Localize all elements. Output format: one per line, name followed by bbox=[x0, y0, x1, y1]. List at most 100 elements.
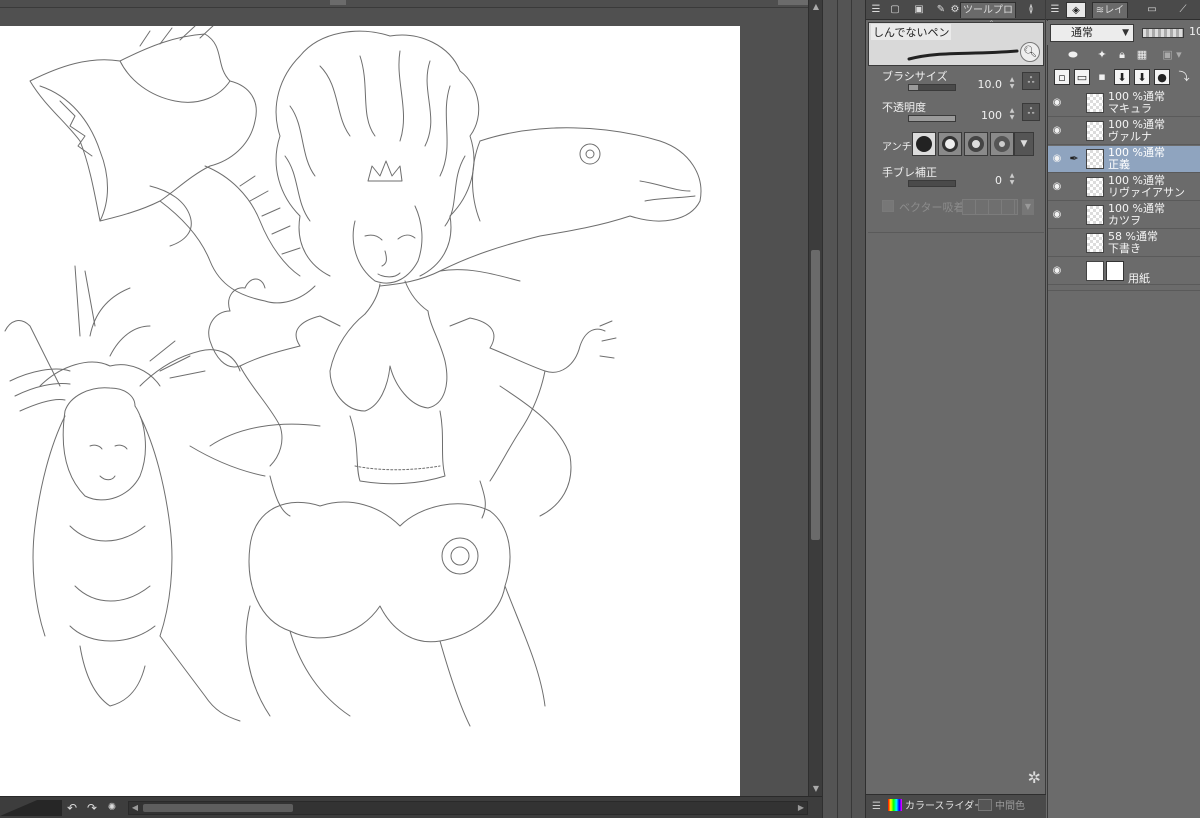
new-raster-layer-icon[interactable]: ▫ bbox=[1054, 69, 1070, 85]
eye-icon[interactable]: ◉ bbox=[1050, 97, 1064, 109]
layer-row[interactable]: 58 %通常 下書き bbox=[1048, 230, 1200, 257]
panel-menu-icon[interactable]: ☰ bbox=[870, 2, 882, 18]
lock-transparency-icon[interactable]: ▦ bbox=[1134, 47, 1150, 63]
pen-icon bbox=[1067, 236, 1081, 250]
opacity-slider[interactable] bbox=[908, 115, 956, 122]
tab-layer[interactable]: ≋レイ bbox=[1092, 2, 1128, 18]
mask-icon[interactable]: ● bbox=[1154, 69, 1170, 85]
vertical-scrollbar[interactable]: ▲ ▼ bbox=[808, 0, 822, 796]
layer-info: 100 %通常 ヴァルナ bbox=[1108, 119, 1165, 143]
undo-icon[interactable]: ↶ bbox=[64, 800, 80, 816]
tab-middle-color[interactable]: 中間色 bbox=[978, 799, 1025, 815]
layer-thumbnail bbox=[1086, 93, 1104, 113]
layer-row[interactable]: ◉ 100 %通常 ヴァルナ bbox=[1048, 118, 1200, 145]
gear-icon[interactable]: ✲ bbox=[1005, 768, 1041, 790]
clipping-icon[interactable]: ⬬ bbox=[1056, 47, 1090, 63]
pen-tool-icon[interactable]: ✎ bbox=[934, 2, 948, 18]
scroll-left-arrow-icon[interactable]: ◀ bbox=[129, 802, 141, 814]
reference-icon[interactable]: ✦ bbox=[1094, 47, 1110, 63]
vector-snap-options[interactable] bbox=[962, 199, 1018, 215]
panel-menu-icon[interactable]: ☰ bbox=[1050, 2, 1060, 18]
chevron-down-icon[interactable]: ▼ bbox=[1022, 199, 1034, 215]
layer-row[interactable]: ◉ 100 %通常 マキュラ bbox=[1048, 90, 1200, 117]
eye-icon[interactable]: ◉ bbox=[1050, 265, 1064, 277]
layer-info: 58 %通常 下書き bbox=[1108, 231, 1158, 255]
panel-menu-icon[interactable]: ☰ bbox=[872, 799, 881, 815]
tab-layer-property[interactable]: ▢ bbox=[886, 2, 904, 18]
canvas-paper[interactable] bbox=[0, 26, 740, 796]
layer-opacity-value[interactable]: 10 bbox=[1189, 25, 1200, 38]
antialias-medium[interactable] bbox=[964, 132, 988, 156]
opacity-value[interactable]: 100 bbox=[962, 109, 1002, 122]
stabilization-slider[interactable] bbox=[908, 180, 956, 187]
layer-row[interactable]: ◉ 用紙 bbox=[1048, 258, 1200, 285]
tab-brush-size[interactable]: ≬ bbox=[1018, 2, 1044, 18]
brush-size-spinner[interactable]: ▲ ▼ bbox=[1008, 76, 1016, 90]
redo-icon[interactable]: ↷ bbox=[84, 800, 100, 816]
antialias-strong[interactable] bbox=[990, 132, 1014, 156]
horizontal-scroll-thumb[interactable] bbox=[143, 804, 293, 812]
scroll-up-arrow-icon[interactable]: ▲ bbox=[809, 0, 823, 14]
layer-opacity-slider[interactable] bbox=[1142, 28, 1184, 38]
layer-thumbnail bbox=[1086, 177, 1104, 197]
paper-icon bbox=[1106, 261, 1124, 281]
canvas-tab-edge-right[interactable] bbox=[778, 0, 808, 5]
eye-icon[interactable]: ◉ bbox=[1050, 181, 1064, 193]
pen-icon bbox=[1067, 180, 1081, 194]
pen-icon bbox=[1067, 124, 1081, 138]
tab-color-slider[interactable]: カラースライダー bbox=[888, 799, 984, 815]
scroll-down-arrow-icon[interactable]: ▼ bbox=[809, 782, 823, 796]
antialias-none[interactable] bbox=[912, 132, 936, 156]
layer-name: マキュラ bbox=[1108, 102, 1152, 115]
vertical-scroll-thumb[interactable] bbox=[811, 250, 820, 540]
opacity-label: 不透明度 bbox=[882, 101, 926, 114]
stabilization-spinner[interactable]: ▲ ▼ bbox=[1008, 172, 1016, 186]
delete-layer-icon[interactable]: ⤵ bbox=[1176, 69, 1192, 85]
antialias-weak-dot bbox=[942, 136, 958, 152]
brush-stroke-preview bbox=[907, 49, 1019, 61]
tab-tool-property[interactable]: ツールプロパ bbox=[960, 2, 1016, 32]
brush-size-value[interactable]: 10.0 bbox=[962, 78, 1003, 91]
lock-icon[interactable]: 🔒︎ bbox=[1114, 47, 1130, 63]
vector-snap-checkbox[interactable] bbox=[882, 200, 894, 212]
eye-icon[interactable]: ◉ bbox=[1050, 209, 1064, 221]
link-icon[interactable]: ஃ bbox=[1022, 103, 1040, 121]
eye-icon[interactable]: ◉ bbox=[1050, 153, 1064, 165]
antialias-medium-dot bbox=[968, 136, 984, 152]
new-folder-icon[interactable]: ▪ bbox=[1094, 69, 1110, 85]
tab-layer-search[interactable]: ◈ bbox=[1066, 2, 1086, 18]
tab-navigator[interactable]: ▣ bbox=[910, 2, 928, 18]
stabilization-value[interactable]: 0 bbox=[962, 174, 1002, 187]
antialias-label: アンチ bbox=[882, 142, 912, 153]
gear-icon[interactable]: ⚙ bbox=[950, 2, 960, 18]
opacity-spinner[interactable]: ▲ ▼ bbox=[1008, 107, 1016, 121]
horizontal-scrollbar[interactable]: ◀ ▶ bbox=[128, 801, 808, 815]
chevron-down-icon[interactable]: ▼ bbox=[1014, 132, 1034, 156]
tab-animation[interactable]: ▭ bbox=[1142, 2, 1162, 18]
search-icon[interactable]: 🔍︎ bbox=[1020, 42, 1040, 62]
eye-icon[interactable] bbox=[1050, 237, 1064, 249]
navigator-shape[interactable] bbox=[0, 800, 62, 816]
layer-row[interactable]: ◉ ✒ 100 %通常 正義 bbox=[1048, 146, 1200, 173]
layer-name: カツヲ bbox=[1108, 214, 1141, 227]
merge-down-icon[interactable]: ⬇ bbox=[1134, 69, 1150, 85]
brush-preview[interactable]: しんでないペン 🔍︎ bbox=[868, 22, 1044, 66]
new-vector-layer-icon[interactable]: ▭ bbox=[1074, 69, 1090, 85]
canvas-tab-edge[interactable] bbox=[330, 0, 346, 5]
link-icon[interactable]: ஃ bbox=[1022, 72, 1040, 90]
tab-sub-tool[interactable]: ⟋ bbox=[1172, 2, 1194, 18]
layer-row[interactable]: ◉ 100 %通常 カツヲ bbox=[1048, 202, 1200, 229]
layer-list-empty bbox=[1048, 290, 1200, 818]
middle-color-label: 中間色 bbox=[995, 801, 1025, 812]
scroll-right-arrow-icon[interactable]: ▶ bbox=[795, 802, 807, 814]
blend-mode-select[interactable]: 通常 ▼ bbox=[1050, 24, 1134, 42]
eye-icon[interactable]: ◉ bbox=[1050, 125, 1064, 137]
layer-row[interactable]: ◉ 100 %通常 リヴァイアサン bbox=[1048, 174, 1200, 201]
brush-size-fill bbox=[909, 85, 919, 90]
loading-icon[interactable]: ✺ bbox=[104, 800, 120, 816]
opacity-row: 不透明度 100 ▲ ▼ ஃ bbox=[872, 99, 1042, 129]
layer-color-icon[interactable]: ▣ ▾ bbox=[1154, 47, 1190, 63]
brush-size-slider[interactable] bbox=[908, 84, 956, 91]
antialias-weak[interactable] bbox=[938, 132, 962, 156]
transfer-down-icon[interactable]: ⬇ bbox=[1114, 69, 1130, 85]
